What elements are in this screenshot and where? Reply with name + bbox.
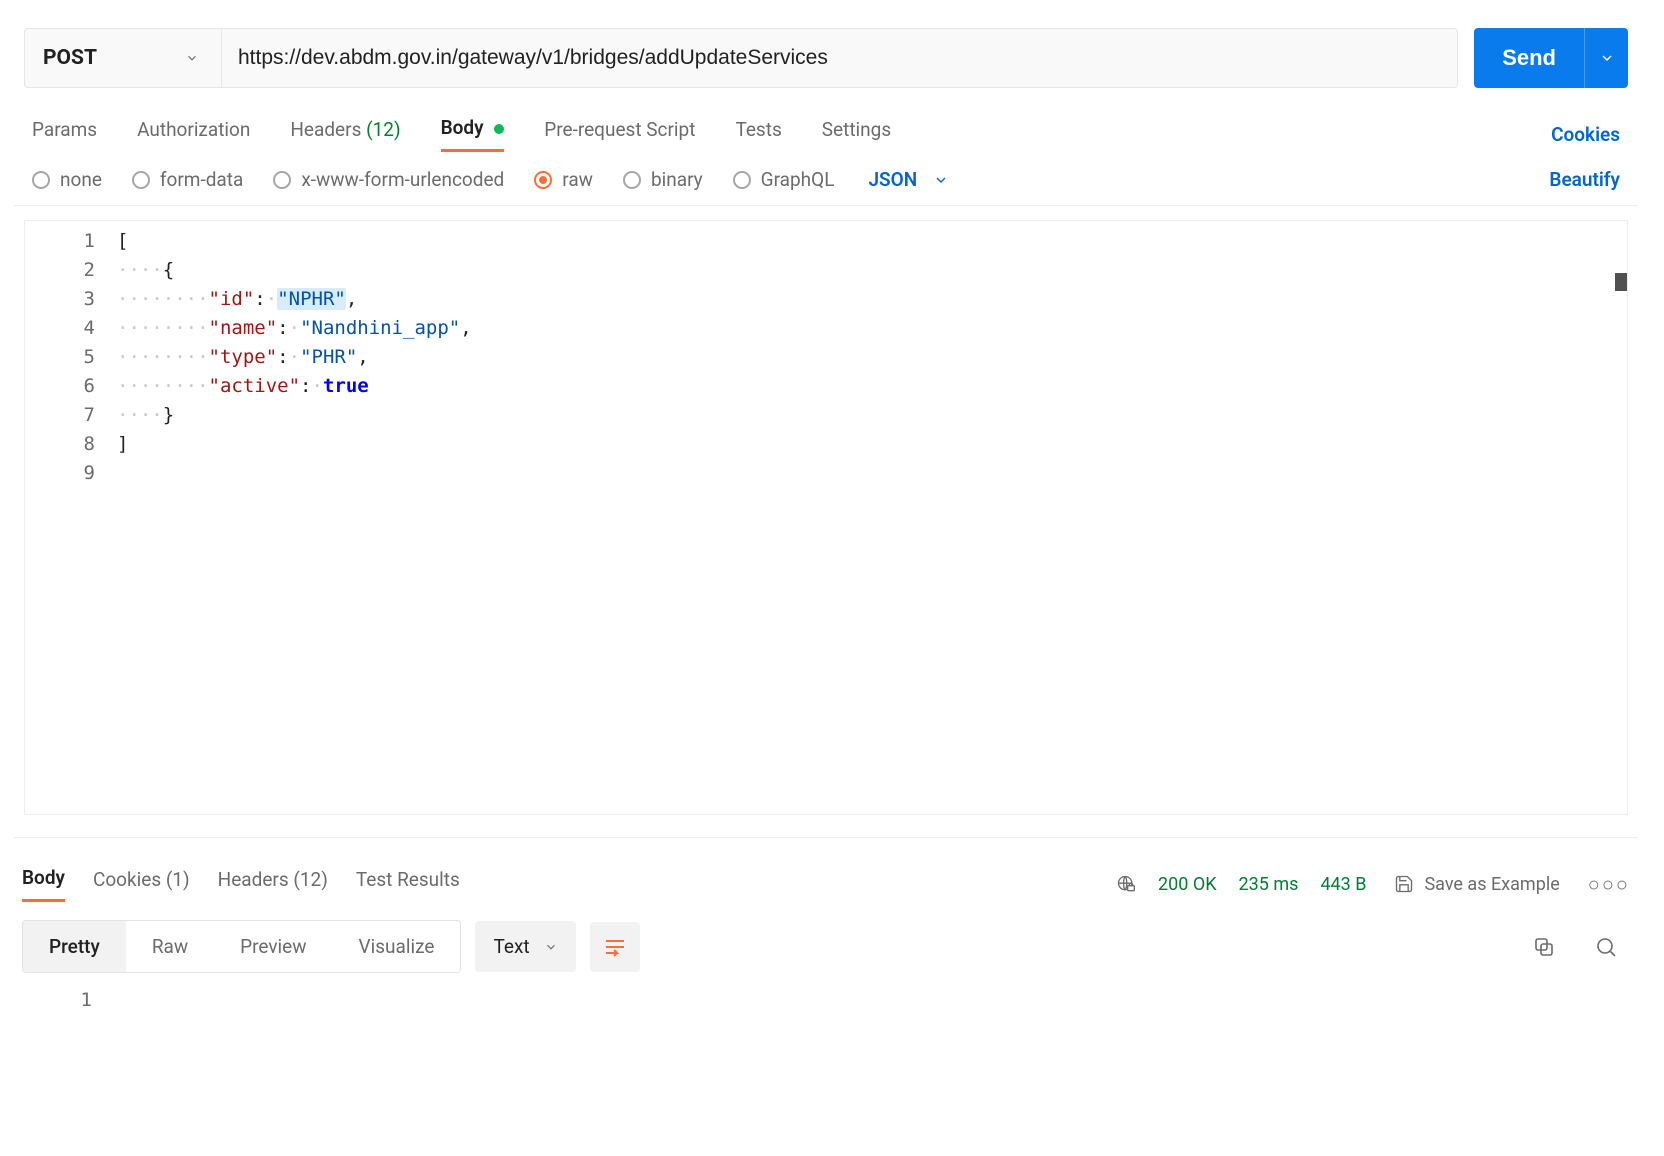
tab-tests[interactable]: Tests	[735, 118, 781, 151]
json-key-active: "active"	[209, 375, 301, 397]
body-type-x-www[interactable]: x-www-form-urlencoded	[273, 168, 504, 191]
resp-tab-cookies[interactable]: Cookies (1)	[93, 868, 190, 901]
send-button[interactable]: Send	[1474, 28, 1584, 88]
request-tabs: Params Authorization Headers (12) Body P…	[14, 88, 1638, 152]
resp-tab-headers[interactable]: Headers (12)	[218, 868, 328, 901]
copy-response-button[interactable]	[1520, 923, 1568, 971]
json-val-id: "NPHR"	[277, 288, 346, 310]
line-number: 3	[25, 285, 117, 314]
save-as-example-button[interactable]: Save as Example	[1394, 874, 1559, 895]
json-val-type: "PHR"	[300, 346, 357, 368]
request-bar: POST Send	[14, 12, 1638, 88]
line-number: 6	[25, 372, 117, 401]
chevron-down-icon	[185, 51, 199, 65]
body-type-graphql-label: GraphQL	[761, 168, 835, 191]
body-type-row: none form-data x-www-form-urlencoded raw…	[14, 152, 1638, 206]
resp-tab-headers-count: (12)	[293, 868, 327, 891]
body-language-select[interactable]: JSON	[868, 168, 949, 191]
tab-body[interactable]: Body	[441, 116, 505, 152]
tab-settings[interactable]: Settings	[822, 118, 891, 151]
response-size: 443 B	[1320, 874, 1366, 895]
tab-params[interactable]: Params	[32, 118, 97, 151]
line-number: 4	[25, 314, 117, 343]
line-number: 2	[25, 256, 117, 285]
resp-tab-cookies-count: (1)	[166, 868, 190, 891]
code-editor-content: 1[ 2····{ 3········"id":·"NPHR", 4······…	[25, 221, 1627, 488]
body-type-binary-label: binary	[651, 168, 703, 191]
tab-body-label: Body	[441, 116, 484, 139]
response-content-type-label: Text	[493, 935, 529, 958]
response-status: 200 OK	[1158, 874, 1217, 895]
body-type-xwww-label: x-www-form-urlencoded	[301, 168, 504, 191]
scrollb641r-marker[interactable]	[1615, 273, 1627, 291]
body-modified-dot-icon	[494, 124, 504, 134]
response-status-group: 200 OK 235 ms 443 B	[1116, 874, 1366, 895]
wrap-lines-button[interactable]	[590, 922, 640, 972]
response-toolbar: Pretty Raw Preview Visualize Text	[14, 902, 1638, 973]
send-dropdown[interactable]	[1584, 28, 1628, 88]
resp-tab-test-results[interactable]: Test Results	[356, 868, 460, 901]
beautify-button[interactable]: Beautify	[1549, 168, 1620, 191]
search-response-button[interactable]	[1582, 923, 1630, 971]
body-type-binary[interactable]: binary	[623, 168, 703, 191]
response-tabs: Body Cookies (1) Headers (12) Test Resul…	[14, 837, 1638, 902]
body-type-raw-label: raw	[562, 168, 593, 191]
http-method-label: POST	[43, 46, 97, 70]
json-key-type: "type"	[209, 346, 278, 368]
line-number: 1	[25, 227, 117, 256]
resp-tab-body[interactable]: Body	[22, 866, 65, 902]
save-icon	[1394, 874, 1414, 894]
request-body-editor[interactable]: 1[ 2····{ 3········"id":·"NPHR", 4······…	[24, 220, 1628, 815]
more-options-icon[interactable]: ○○○	[1588, 872, 1630, 897]
body-type-graphql[interactable]: GraphQL	[733, 168, 835, 191]
view-mode-raw[interactable]: Raw	[126, 921, 214, 972]
cookies-link[interactable]: Cookies	[1551, 123, 1620, 146]
resp-tab-headers-label: Headers	[218, 868, 289, 891]
json-key-name: "name"	[209, 317, 278, 339]
body-type-form-data[interactable]: form-data	[132, 168, 243, 191]
view-mode-pretty[interactable]: Pretty	[23, 921, 126, 972]
globe-lock-icon	[1116, 874, 1136, 894]
response-view-mode-segment: Pretty Raw Preview Visualize	[22, 920, 461, 973]
line-number: 5	[25, 343, 117, 372]
body-type-none-label: none	[60, 168, 102, 191]
tab-headers[interactable]: Headers (12)	[290, 118, 400, 151]
body-type-raw[interactable]: raw	[534, 168, 593, 191]
resp-tab-cookies-label: Cookies	[93, 868, 161, 891]
body-language-label: JSON	[868, 168, 917, 191]
line-number: 7	[25, 401, 117, 430]
radio-icon	[733, 171, 751, 189]
radio-selected-icon	[534, 171, 552, 189]
line-number: 8	[25, 430, 117, 459]
response-content-type-select[interactable]: Text	[475, 921, 575, 972]
radio-icon	[623, 171, 641, 189]
tab-prerequest[interactable]: Pre-request Script	[544, 118, 695, 151]
json-val-name: "Nandhini_app"	[300, 317, 460, 339]
response-time: 235 ms	[1239, 874, 1299, 895]
body-type-none[interactable]: none	[32, 168, 102, 191]
http-method-select[interactable]: POST	[25, 29, 221, 87]
json-val-active: true	[323, 375, 369, 397]
tab-headers-count: (12)	[366, 118, 400, 141]
line-number: 9	[25, 459, 117, 488]
view-mode-preview[interactable]: Preview	[214, 921, 332, 972]
method-url-group: POST	[24, 28, 1458, 88]
response-body-editor[interactable]: 1	[14, 973, 1638, 1027]
request-url-input[interactable]	[221, 29, 1457, 87]
tab-headers-label: Headers	[290, 118, 361, 141]
save-as-example-label: Save as Example	[1424, 874, 1559, 895]
tab-authorization[interactable]: Authorization	[137, 118, 250, 151]
radio-icon	[273, 171, 291, 189]
radio-icon	[32, 171, 50, 189]
json-key-id: "id"	[209, 288, 255, 310]
send-button-group: Send	[1474, 28, 1628, 88]
body-type-form-data-label: form-data	[160, 168, 243, 191]
line-number: 1	[22, 989, 114, 1011]
radio-icon	[132, 171, 150, 189]
view-mode-visualize[interactable]: Visualize	[333, 921, 461, 972]
